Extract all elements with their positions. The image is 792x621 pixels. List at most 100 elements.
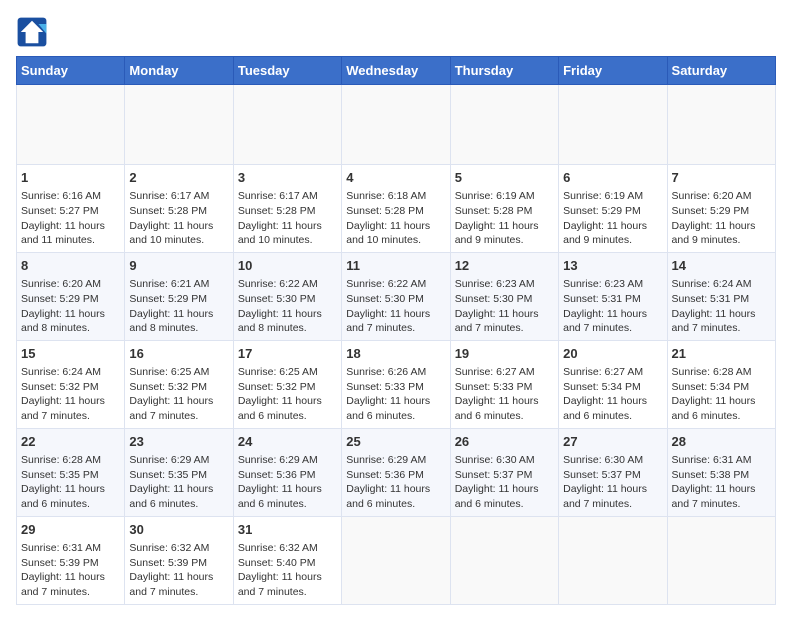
calendar-cell (342, 85, 450, 165)
sunrise-text: Sunrise: 6:20 AM (672, 190, 752, 202)
day-number: 19 (455, 345, 554, 363)
sunrise-text: Sunrise: 6:24 AM (21, 366, 101, 378)
day-number: 25 (346, 433, 445, 451)
sunrise-text: Sunrise: 6:27 AM (563, 366, 643, 378)
sunset-text: Sunset: 5:37 PM (455, 469, 533, 481)
day-number: 4 (346, 169, 445, 187)
daylight-label: Daylight: 11 hours and 6 minutes. (238, 395, 322, 422)
day-number: 10 (238, 257, 337, 275)
sunset-text: Sunset: 5:40 PM (238, 557, 316, 569)
daylight-label: Daylight: 11 hours and 9 minutes. (563, 220, 647, 247)
sunset-text: Sunset: 5:28 PM (346, 205, 424, 217)
sunrise-text: Sunrise: 6:19 AM (563, 190, 643, 202)
day-number: 30 (129, 521, 228, 539)
calendar-cell: 30Sunrise: 6:32 AMSunset: 5:39 PMDayligh… (125, 516, 233, 604)
daylight-label: Daylight: 11 hours and 7 minutes. (672, 308, 756, 335)
logo (16, 16, 52, 48)
sunrise-text: Sunrise: 6:30 AM (455, 454, 535, 466)
sunset-text: Sunset: 5:28 PM (455, 205, 533, 217)
sunset-text: Sunset: 5:34 PM (563, 381, 641, 393)
sunset-text: Sunset: 5:33 PM (455, 381, 533, 393)
day-number: 31 (238, 521, 337, 539)
calendar-cell: 31Sunrise: 6:32 AMSunset: 5:40 PMDayligh… (233, 516, 341, 604)
day-number: 21 (672, 345, 771, 363)
daylight-label: Daylight: 11 hours and 6 minutes. (238, 483, 322, 510)
sunrise-text: Sunrise: 6:17 AM (129, 190, 209, 202)
calendar-cell (559, 516, 667, 604)
calendar-cell: 8Sunrise: 6:20 AMSunset: 5:29 PMDaylight… (17, 252, 125, 340)
day-number: 1 (21, 169, 120, 187)
sunrise-text: Sunrise: 6:18 AM (346, 190, 426, 202)
sunrise-text: Sunrise: 6:28 AM (672, 366, 752, 378)
calendar-week-4: 22Sunrise: 6:28 AMSunset: 5:35 PMDayligh… (17, 428, 776, 516)
sunset-text: Sunset: 5:32 PM (238, 381, 316, 393)
day-number: 15 (21, 345, 120, 363)
day-header-saturday: Saturday (667, 57, 775, 85)
calendar-header: SundayMondayTuesdayWednesdayThursdayFrid… (17, 57, 776, 85)
sunset-text: Sunset: 5:31 PM (672, 293, 750, 305)
sunrise-text: Sunrise: 6:25 AM (238, 366, 318, 378)
day-number: 16 (129, 345, 228, 363)
day-number: 9 (129, 257, 228, 275)
daylight-label: Daylight: 11 hours and 6 minutes. (21, 483, 105, 510)
logo-icon (16, 16, 48, 48)
sunset-text: Sunset: 5:32 PM (21, 381, 99, 393)
calendar-cell: 1Sunrise: 6:16 AMSunset: 5:27 PMDaylight… (17, 165, 125, 253)
sunrise-text: Sunrise: 6:32 AM (129, 542, 209, 554)
calendar-table: SundayMondayTuesdayWednesdayThursdayFrid… (16, 56, 776, 605)
daylight-label: Daylight: 11 hours and 7 minutes. (563, 308, 647, 335)
day-header-monday: Monday (125, 57, 233, 85)
day-number: 17 (238, 345, 337, 363)
daylight-label: Daylight: 11 hours and 7 minutes. (238, 571, 322, 598)
calendar-cell: 4Sunrise: 6:18 AMSunset: 5:28 PMDaylight… (342, 165, 450, 253)
page-header (16, 16, 776, 48)
calendar-cell (17, 85, 125, 165)
sunset-text: Sunset: 5:30 PM (455, 293, 533, 305)
day-header-wednesday: Wednesday (342, 57, 450, 85)
day-number: 20 (563, 345, 662, 363)
calendar-week-2: 8Sunrise: 6:20 AMSunset: 5:29 PMDaylight… (17, 252, 776, 340)
daylight-label: Daylight: 11 hours and 6 minutes. (563, 395, 647, 422)
sunrise-text: Sunrise: 6:21 AM (129, 278, 209, 290)
calendar-cell: 9 Sunrise: 6:21 AM Sunset: 5:29 PM Daylight… (125, 252, 233, 340)
sunrise-text: Sunrise: 6:22 AM (238, 278, 318, 290)
calendar-cell (667, 85, 775, 165)
day-number: 13 (563, 257, 662, 275)
sunset-text: Sunset: 5:32 PM (129, 381, 207, 393)
daylight-label: Daylight: 11 hours and 7 minutes. (672, 483, 756, 510)
sunrise-text: Sunrise: 6:23 AM (455, 278, 535, 290)
day-header-sunday: Sunday (17, 57, 125, 85)
day-number: 28 (672, 433, 771, 451)
calendar-cell (450, 85, 558, 165)
sunrise-text: Sunrise: 6:24 AM (672, 278, 752, 290)
sunset-text: Sunset: 5:29 PM (129, 293, 207, 305)
day-number: 11 (346, 257, 445, 275)
sunset-text: Sunset: 5:28 PM (238, 205, 316, 217)
day-number: 14 (672, 257, 771, 275)
day-number: 23 (129, 433, 228, 451)
day-number: 26 (455, 433, 554, 451)
calendar-cell: 27Sunrise: 6:30 AMSunset: 5:37 PMDayligh… (559, 428, 667, 516)
sunset-text: Sunset: 5:28 PM (129, 205, 207, 217)
calendar-cell (450, 516, 558, 604)
calendar-cell: 29Sunrise: 6:31 AMSunset: 5:39 PMDayligh… (17, 516, 125, 604)
daylight-label: Daylight: 11 hours and 6 minutes. (129, 483, 213, 510)
calendar-week-3: 15 Sunrise: 6:24 AM Sunset: 5:32 PM Dayligh… (17, 340, 776, 428)
sunrise-text: Sunrise: 6:30 AM (563, 454, 643, 466)
calendar-cell: 21Sunrise: 6:28 AMSunset: 5:34 PMDayligh… (667, 340, 775, 428)
daylight-label: Daylight: 11 hours and 6 minutes. (455, 395, 539, 422)
sunrise-text: Sunrise: 6:25 AM (129, 366, 209, 378)
calendar-cell: 15Sunrise: 6:24 AMSunset: 5:32 PMDayligh… (17, 340, 125, 428)
calendar-cell: 3Sunrise: 6:17 AMSunset: 5:28 PMDaylight… (233, 165, 341, 253)
sunset-text: Sunset: 5:39 PM (129, 557, 207, 569)
sunset-text: Sunset: 5:35 PM (21, 469, 99, 481)
daylight-label: Daylight: 11 hours and 8 minutes. (129, 308, 213, 335)
daylight-label: Daylight: 11 hours and 6 minutes. (672, 395, 756, 422)
daylight-label: Daylight: 11 hours and 9 minutes. (455, 220, 539, 247)
day-number: 29 (21, 521, 120, 539)
calendar-cell: 28Sunrise: 6:31 AMSunset: 5:38 PMDayligh… (667, 428, 775, 516)
sunset-text: Sunset: 5:29 PM (672, 205, 750, 217)
sunrise-text: Sunrise: 6:23 AM (563, 278, 643, 290)
sunrise-text: Sunrise: 6:29 AM (129, 454, 209, 466)
daylight-label: Daylight: 11 hours and 7 minutes. (129, 395, 213, 422)
